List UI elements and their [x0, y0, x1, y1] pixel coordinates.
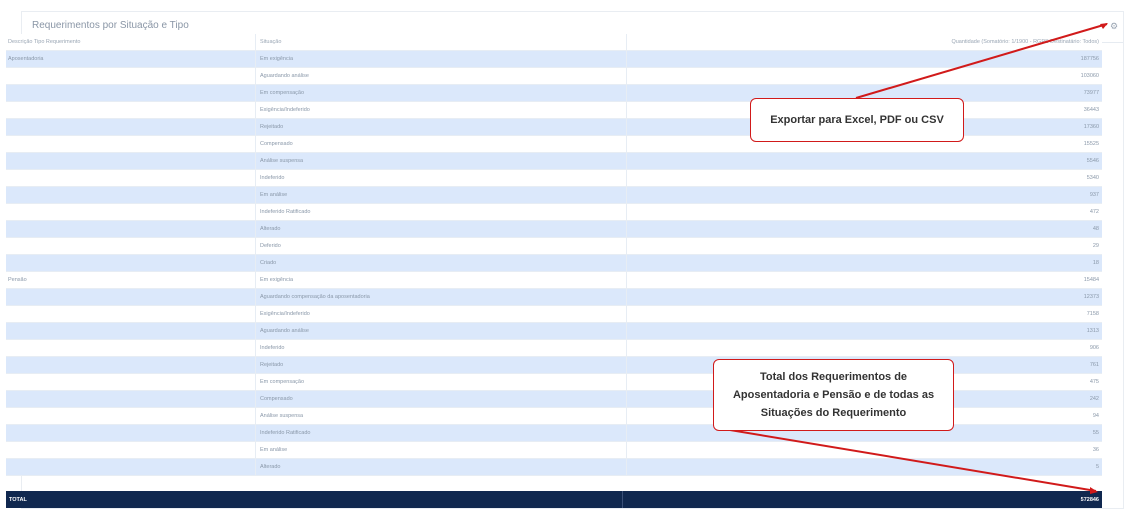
callout-export: Exportar para Excel, PDF ou CSV: [750, 98, 964, 142]
callout-export-text: Exportar para Excel, PDF ou CSV: [770, 114, 944, 126]
arrow-export: [855, 23, 1108, 99]
callout-total: Total dos Requerimentos de Aposentadoria…: [713, 359, 954, 431]
arrow-total: [729, 429, 1097, 492]
callout-total-text: Total dos Requerimentos de Aposentadoria…: [732, 371, 935, 419]
arrowhead-total: [1090, 487, 1098, 494]
annotation-arrows: [729, 23, 1108, 494]
